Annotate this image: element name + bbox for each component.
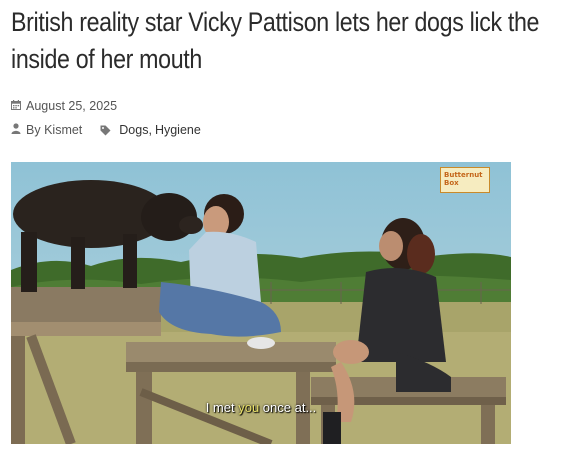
author-prefix: By xyxy=(26,123,41,137)
article: British reality star Vicky Pattison lets… xyxy=(0,0,576,454)
subtitle-highlight: you xyxy=(238,400,260,415)
video-subtitle: I met you once at... xyxy=(11,400,511,415)
brand-logo-line2: Box xyxy=(444,179,459,187)
post-meta: By Kismet Dogs, Hygiene xyxy=(11,123,201,137)
brand-logo: Butternut Box xyxy=(440,167,490,193)
subtitle-text-1: I met xyxy=(205,400,239,415)
author-link[interactable]: Kismet xyxy=(44,123,82,137)
article-title[interactable]: British reality star Vicky Pattison lets… xyxy=(11,4,570,78)
post-date: August 25, 2025 xyxy=(11,99,117,113)
tag-separator: , xyxy=(148,123,152,137)
subtitle-text-2: once at... xyxy=(259,400,317,415)
tag-link-dogs[interactable]: Dogs xyxy=(119,123,148,137)
tag-link-hygiene[interactable]: Hygiene xyxy=(155,123,201,137)
post-date-text: August 25, 2025 xyxy=(26,99,118,113)
brand-logo-line1: Butternut xyxy=(444,171,483,179)
user-icon xyxy=(11,123,21,137)
featured-video-frame[interactable]: Butternut Box I met you once at... xyxy=(11,162,511,444)
calendar-icon xyxy=(11,99,21,113)
tag-icon xyxy=(100,125,111,136)
